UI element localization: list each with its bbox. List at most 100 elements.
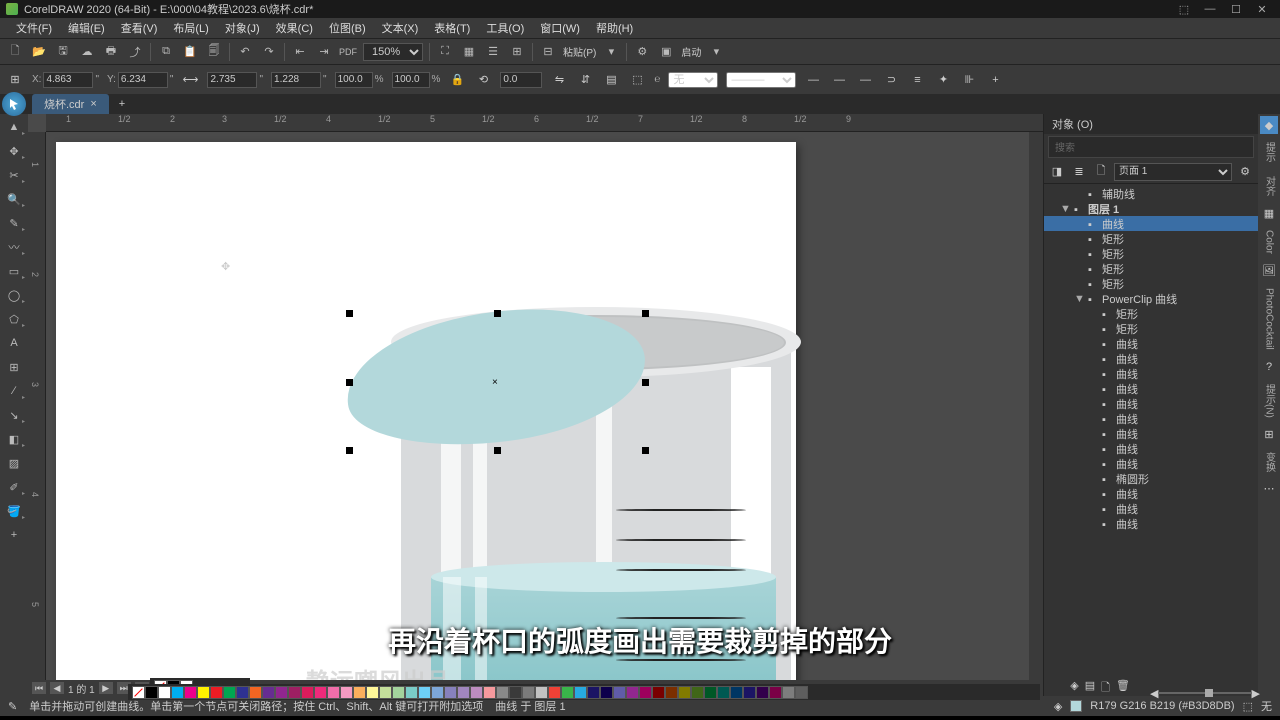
dock-tab-color[interactable]: Color	[1264, 230, 1275, 254]
tree-node[interactable]: ▪曲线	[1044, 366, 1258, 381]
color-swatch[interactable]	[418, 686, 431, 699]
color-swatch[interactable]	[639, 686, 652, 699]
color-swatch[interactable]	[548, 686, 561, 699]
page-select[interactable]: 页面 1	[1114, 163, 1232, 181]
import-icon[interactable]: ⇤	[291, 43, 309, 61]
new-tab-button[interactable]: +	[113, 98, 131, 110]
color-swatch[interactable]	[756, 686, 769, 699]
selection-handle[interactable]	[642, 447, 649, 454]
color-swatch[interactable]	[444, 686, 457, 699]
tree-node[interactable]: ▪矩形	[1044, 276, 1258, 291]
tab-close-icon[interactable]: ×	[90, 98, 96, 110]
minimize-button[interactable]: —	[1198, 2, 1222, 16]
color-swatch[interactable]	[210, 686, 223, 699]
polygon-tool[interactable]: ⬠▸	[2, 308, 26, 330]
color-swatch[interactable]	[522, 686, 535, 699]
line-end-icon[interactable]: —	[856, 71, 874, 89]
artistic-tool[interactable]: 〰▸	[2, 236, 26, 258]
color-swatch[interactable]	[496, 686, 509, 699]
tree-node[interactable]: ▪曲线	[1044, 351, 1258, 366]
tree-node[interactable]: ▼▪图层 1	[1044, 201, 1258, 216]
dimension-tool[interactable]: ∕▸	[2, 380, 26, 402]
paste-label[interactable]: 粘贴(P)	[563, 44, 596, 59]
vertical-ruler[interactable]: 12345	[28, 132, 46, 680]
shadow-tool[interactable]: ◧▸	[2, 428, 26, 450]
dock-photo-icon[interactable]: 🖼	[1260, 262, 1278, 280]
cloud-up-icon[interactable]: ☁	[78, 43, 96, 61]
tree-node[interactable]: ▪矩形	[1044, 231, 1258, 246]
freehand-tool[interactable]: ✎▸	[2, 212, 26, 234]
eyedropper-tool[interactable]: ✐▸	[2, 476, 26, 498]
launch-icon[interactable]: ▣	[657, 43, 675, 61]
color-swatch[interactable]	[236, 686, 249, 699]
palette-delete-icon[interactable]: 🗑	[1116, 679, 1130, 698]
first-page-button[interactable]: ⏮	[32, 682, 46, 694]
menu-item[interactable]: 文件(F)	[8, 18, 60, 38]
color-swatch[interactable]	[782, 686, 795, 699]
panel-page-icon[interactable]: 🗋	[1092, 163, 1110, 181]
tree-node[interactable]: ▪矩形	[1044, 246, 1258, 261]
color-swatch[interactable]	[795, 686, 808, 699]
color-swatch[interactable]	[743, 686, 756, 699]
dock-help-icon[interactable]: ?	[1260, 358, 1278, 376]
canvas[interactable]: ✥ ×	[46, 132, 1029, 680]
palette-nav-left-icon[interactable]: ◈	[1070, 679, 1078, 698]
color-swatch[interactable]	[366, 686, 379, 699]
open-icon[interactable]: 📂	[30, 43, 48, 61]
lock-ratio-icon[interactable]: 🔒	[448, 71, 466, 89]
export-icon[interactable]: ⤴	[126, 43, 144, 61]
tree-node[interactable]: ▪矩形	[1044, 261, 1258, 276]
color-swatch[interactable]	[717, 686, 730, 699]
menu-item[interactable]: 效果(C)	[268, 18, 321, 38]
pos-x-input[interactable]	[43, 72, 93, 88]
dock-color-icon[interactable]: ▦	[1260, 204, 1278, 222]
tree-node[interactable]: ▪曲线	[1044, 501, 1258, 516]
transparency-tool[interactable]: ▨	[2, 452, 26, 474]
color-swatch[interactable]	[405, 686, 418, 699]
color-swatch[interactable]	[145, 686, 158, 699]
search-input[interactable]: 搜索	[1048, 136, 1254, 158]
color-swatch[interactable]	[730, 686, 743, 699]
menu-item[interactable]: 窗口(W)	[532, 18, 588, 38]
menu-item[interactable]: 工具(O)	[478, 18, 532, 38]
next-page-button[interactable]: ▶	[99, 682, 113, 694]
selection-handle[interactable]	[642, 310, 649, 317]
launch-label[interactable]: 启动	[681, 44, 701, 59]
wrap-text-icon[interactable]: ≡	[908, 71, 926, 89]
tree-node[interactable]: ▪曲线	[1044, 396, 1258, 411]
line-start-icon[interactable]: —	[804, 71, 822, 89]
guides-icon[interactable]: ☰	[484, 43, 502, 61]
paste-icon[interactable]: 📋	[181, 43, 199, 61]
menu-item[interactable]: 帮助(H)	[588, 18, 641, 38]
color-swatch[interactable]	[626, 686, 639, 699]
zoom-slider[interactable]: ◀▶	[1150, 688, 1260, 698]
fullscreen-icon[interactable]: ⛶	[436, 43, 454, 61]
color-swatch[interactable]	[288, 686, 301, 699]
text-tool[interactable]: A	[2, 332, 26, 354]
color-swatch[interactable]	[600, 686, 613, 699]
mirror-v-icon[interactable]: ⇵	[576, 71, 594, 89]
vertical-scrollbar[interactable]	[1029, 132, 1043, 680]
panel-layers-icon[interactable]: ≣	[1070, 163, 1088, 181]
menu-item[interactable]: 对象(J)	[217, 18, 268, 38]
menu-item[interactable]: 位图(B)	[321, 18, 374, 38]
close-button[interactable]: ✕	[1250, 2, 1274, 16]
tree-node[interactable]: ▪椭圆形	[1044, 471, 1258, 486]
bounding-icon[interactable]: ✦	[934, 71, 952, 89]
pdf-icon[interactable]: PDF	[339, 43, 357, 61]
color-swatch[interactable]	[613, 686, 626, 699]
clipboard-icon[interactable]: 🗐	[205, 43, 223, 61]
dock-more-icon[interactable]: ⋯	[1260, 480, 1278, 498]
color-swatch[interactable]	[392, 686, 405, 699]
wrap-icon[interactable]: ⬚	[628, 71, 646, 89]
prev-page-button[interactable]: ◀	[50, 682, 64, 694]
settings-icon[interactable]: ⚙	[633, 43, 651, 61]
tree-node[interactable]: ▼▪PowerClip 曲线	[1044, 291, 1258, 306]
color-swatch[interactable]	[275, 686, 288, 699]
color-swatch[interactable]	[184, 686, 197, 699]
tree-node[interactable]: ▪曲线	[1044, 486, 1258, 501]
color-swatch[interactable]	[678, 686, 691, 699]
dock-tab-photo[interactable]: PhotoCocktail	[1264, 288, 1275, 350]
tree-node[interactable]: ▪曲线	[1044, 411, 1258, 426]
table-tool[interactable]: ⊞	[2, 356, 26, 378]
